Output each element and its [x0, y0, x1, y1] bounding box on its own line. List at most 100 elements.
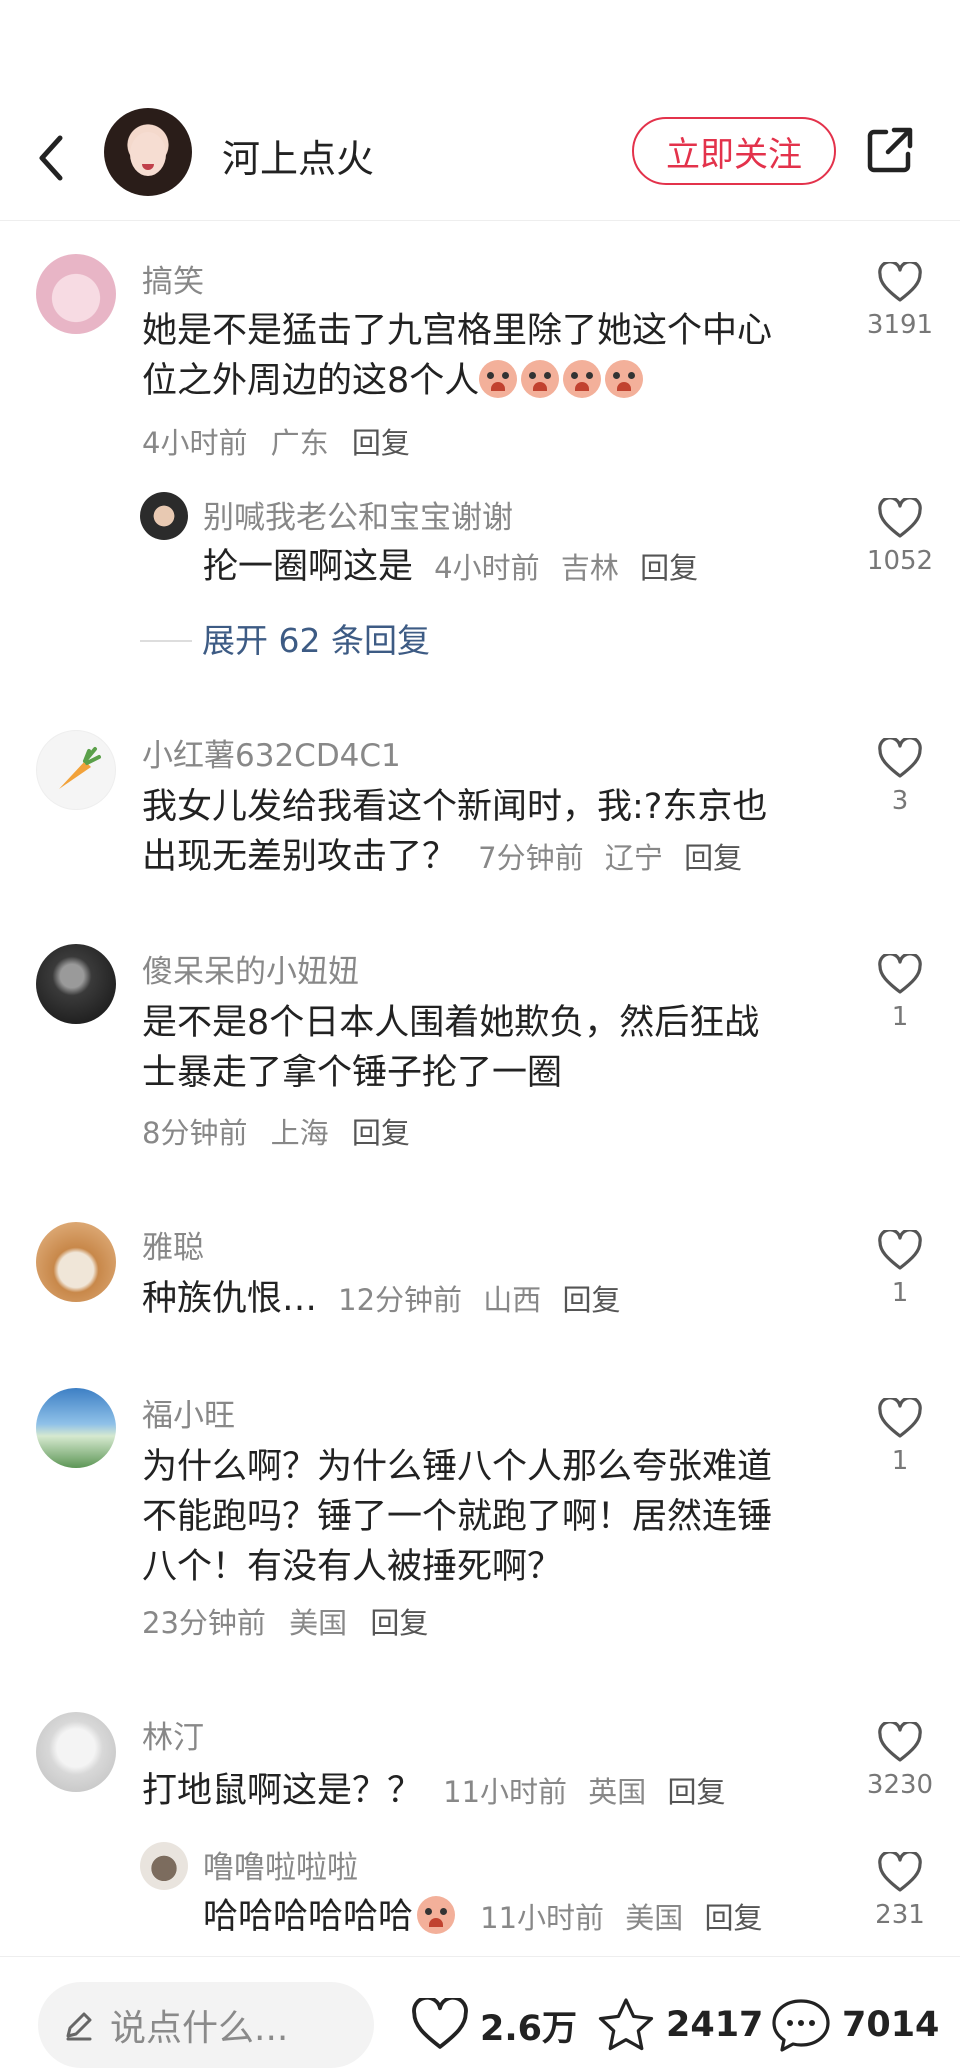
reply-button[interactable]: 回复	[684, 841, 742, 875]
heart-icon	[878, 1398, 922, 1438]
comment-location: 广东	[270, 426, 329, 460]
comment-text: 她是不是猛击了九宫格里除了她这个中心 位之外周边的这8个人	[142, 311, 773, 401]
comment-text: 为什么啊？为什么锤八个人那么夸张难道 不能跑吗？锤了一个就跑了啊！居然连锤 八个…	[142, 1447, 773, 1587]
expand-replies-link[interactable]: 展开 62 条回复	[202, 614, 430, 662]
crying-emoji-icon	[521, 360, 560, 398]
avatar[interactable]	[36, 1222, 116, 1302]
like-count: 1	[891, 1002, 909, 1032]
comment-meta: 23分钟前 美国 回复	[142, 1600, 442, 1642]
expand-divider	[140, 640, 192, 642]
comment-username[interactable]: 小红薯632CD4C1	[142, 730, 401, 775]
pencil-icon	[66, 2012, 92, 2041]
avatar[interactable]	[36, 1388, 116, 1468]
reply-location: 美国	[625, 1901, 684, 1935]
reply-time: 4小时前	[434, 551, 540, 585]
comment-meta: 8分钟前 上海 回复	[142, 1110, 424, 1152]
like-button[interactable]: 1	[860, 1230, 940, 1308]
like-button[interactable]: 3230	[860, 1722, 940, 1800]
heart-icon	[878, 1230, 922, 1270]
comment-username[interactable]: 傻呆呆的小妞妞	[142, 946, 359, 991]
like-button[interactable]: 3	[860, 738, 940, 816]
like-button[interactable]: 1	[860, 954, 940, 1032]
comment-time: 23分钟前	[142, 1606, 266, 1640]
comment-time: 11小时前	[443, 1775, 568, 1809]
reply-username[interactable]: 噜噜啦啦啦	[203, 1842, 358, 1887]
comment-text: 我女儿发给我看这个新闻时，我:?东京也 出现无差别攻击了？ 7分钟前 辽宁 回复	[142, 787, 768, 877]
like-count: 1	[891, 1278, 909, 1308]
reply-text: 抡一圈啊这是 4小时前 吉林 回复	[203, 547, 699, 587]
star-icon	[598, 1998, 654, 2051]
favorite-button[interactable]: 2417	[596, 1990, 763, 2060]
comment-location: 山西	[483, 1283, 542, 1317]
like-count: 1	[891, 1446, 909, 1476]
avatar[interactable]	[140, 492, 188, 540]
like-button[interactable]: 1	[860, 1398, 940, 1476]
like-button[interactable]: 3191	[860, 262, 940, 340]
reply-button[interactable]: 回复	[352, 426, 410, 460]
like-count: 3191	[866, 310, 934, 340]
share-icon[interactable]	[864, 124, 916, 176]
comment-time: 7分钟前	[478, 841, 584, 875]
heart-icon	[878, 1722, 922, 1762]
avatar[interactable]	[140, 1842, 188, 1890]
comment-location: 辽宁	[604, 841, 663, 875]
reply-username[interactable]: 别喊我老公和宝宝谢谢	[203, 492, 513, 537]
comment-text: 打地鼠啊这是？？ 11小时前 英国 回复	[142, 1771, 726, 1811]
comment-time: 4小时前	[142, 426, 248, 460]
carrot-icon	[59, 747, 101, 789]
comment-input-placeholder: 说点什么...	[110, 2008, 289, 2049]
comment-location: 上海	[270, 1116, 329, 1150]
reply-button[interactable]: 回复	[352, 1116, 410, 1150]
heart-icon	[878, 498, 922, 538]
comment-count: 7014	[842, 2005, 940, 2045]
heart-icon	[878, 1852, 922, 1892]
comment-time: 12分钟前	[338, 1283, 463, 1317]
heart-icon	[878, 954, 922, 994]
avatar[interactable]	[36, 1712, 116, 1792]
post-like-count: 2.6万	[480, 2008, 578, 2049]
like-count: 3230	[866, 1770, 934, 1800]
comment-text: 是不是8个日本人围着她欺负，然后狂战 士暴走了拿个锤子抡了一圈	[142, 1003, 760, 1093]
reply-text: 哈哈哈哈哈哈 11小时前 美国 回复	[203, 1896, 763, 1937]
reply-button[interactable]: 回复	[370, 1606, 428, 1640]
like-count: 1052	[866, 546, 934, 576]
like-post-button[interactable]: 2.6万	[410, 1990, 577, 2060]
reply-button[interactable]: 回复	[668, 1775, 726, 1809]
heart-icon	[412, 1998, 468, 2049]
comment-text: 种族仇恨… 12分钟前 山西 回复	[142, 1279, 621, 1319]
like-button[interactable]: 231	[860, 1852, 940, 1930]
avatar[interactable]	[36, 254, 116, 334]
reply-location: 吉林	[560, 551, 619, 585]
like-count: 3	[891, 786, 909, 816]
back-icon[interactable]	[30, 128, 74, 188]
reply-time: 11小时前	[480, 1901, 605, 1935]
avatar[interactable]	[36, 730, 116, 810]
reply-button[interactable]: 回复	[563, 1283, 621, 1317]
reply-button[interactable]: 回复	[640, 551, 698, 585]
crying-emoji-icon	[417, 1896, 456, 1934]
comment-username[interactable]: 搞笑	[142, 256, 204, 301]
author-avatar[interactable]	[104, 108, 192, 196]
comment-username[interactable]: 雅聪	[142, 1222, 204, 1267]
author-name[interactable]: 河上点火	[222, 128, 374, 183]
comment-location: 美国	[289, 1606, 348, 1640]
comment-icon	[772, 1999, 830, 2052]
comment-username[interactable]: 林汀	[142, 1712, 204, 1757]
comment-input[interactable]: 说点什么...	[38, 1982, 374, 2068]
comment-time: 8分钟前	[142, 1116, 248, 1150]
comment-username[interactable]: 福小旺	[142, 1390, 235, 1435]
heart-icon	[878, 738, 922, 778]
crying-emoji-icon	[563, 360, 602, 398]
like-count: 231	[875, 1900, 925, 1930]
like-button[interactable]: 1052	[860, 498, 940, 576]
heart-icon	[878, 262, 922, 302]
favorite-count: 2417	[666, 2005, 764, 2045]
comment-meta: 4小时前 广东 回复	[142, 420, 424, 462]
comment-location: 英国	[588, 1775, 647, 1809]
crying-emoji-icon	[479, 360, 518, 398]
follow-button[interactable]: 立即关注	[632, 117, 836, 185]
avatar[interactable]	[36, 944, 116, 1024]
reply-button[interactable]: 回复	[705, 1901, 763, 1935]
comments-button[interactable]: 7014	[770, 1990, 939, 2060]
crying-emoji-icon	[605, 360, 644, 398]
